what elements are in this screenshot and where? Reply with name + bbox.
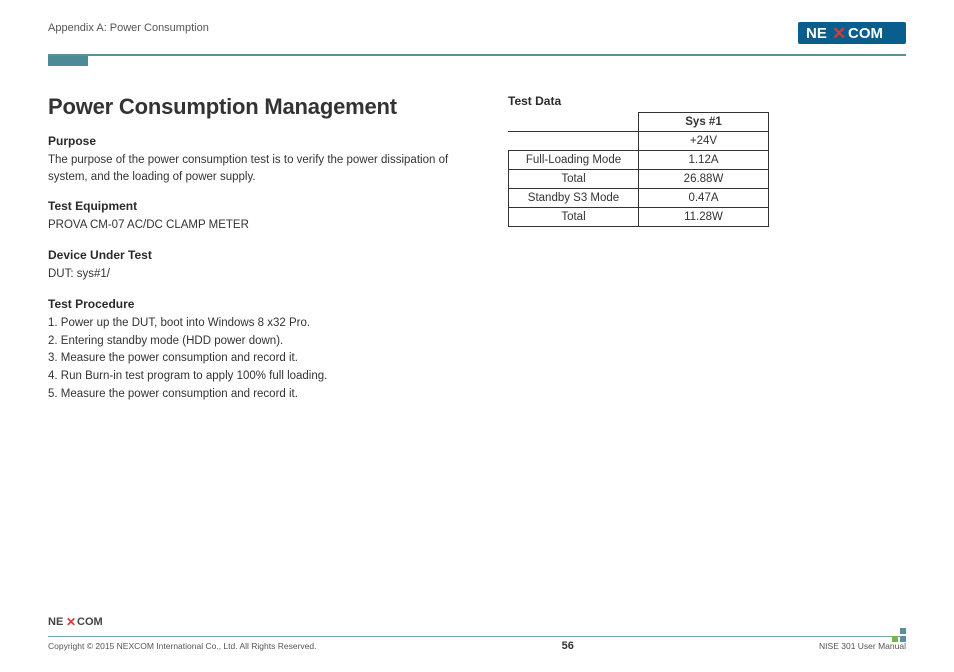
page-title: Power Consumption Management: [48, 94, 478, 120]
sys-header: Sys #1: [639, 113, 769, 132]
row-value: 26.88W: [639, 170, 769, 189]
section-tab: [48, 56, 88, 66]
table-row: Sys #1: [509, 113, 769, 132]
brand-logo-top: NE ✕ COM: [798, 22, 906, 49]
footer-decoration-icon: [888, 626, 908, 646]
equipment-heading: Test Equipment: [48, 199, 478, 213]
svg-text:NE: NE: [806, 25, 827, 42]
equipment-text: PROVA CM-07 AC/DC CLAMP METER: [48, 217, 478, 234]
purpose-heading: Purpose: [48, 134, 478, 148]
table-row: +24V: [509, 132, 769, 151]
procedure-step: 4. Run Burn-in test program to apply 100…: [48, 368, 478, 386]
procedure-step: 1. Power up the DUT, boot into Windows 8…: [48, 315, 478, 333]
testdata-table: Sys #1 +24V Full-Loading Mode 1.12A Tota…: [508, 112, 769, 227]
row-value: 1.12A: [639, 151, 769, 170]
svg-text:✕: ✕: [832, 24, 846, 43]
procedure-heading: Test Procedure: [48, 297, 478, 311]
svg-text:COM: COM: [77, 616, 103, 628]
voltage-cell: +24V: [639, 132, 769, 151]
row-label: Standby S3 Mode: [509, 189, 639, 208]
testdata-heading: Test Data: [508, 94, 906, 108]
svg-text:✕: ✕: [66, 615, 76, 628]
procedure-step: 2. Entering standby mode (HDD power down…: [48, 333, 478, 351]
procedure-step: 3. Measure the power consumption and rec…: [48, 350, 478, 368]
header-rule: [48, 54, 906, 56]
table-row: Total 26.88W: [509, 170, 769, 189]
table-row: Full-Loading Mode 1.12A: [509, 151, 769, 170]
appendix-header: Appendix A: Power Consumption: [48, 22, 209, 34]
brand-logo-footer: NE ✕ COM: [48, 614, 906, 636]
dut-heading: Device Under Test: [48, 248, 478, 262]
procedure-steps: 1. Power up the DUT, boot into Windows 8…: [48, 315, 478, 404]
row-value: 0.47A: [639, 189, 769, 208]
table-row: Total 11.28W: [509, 208, 769, 227]
copyright-text: Copyright © 2015 NEXCOM International Co…: [48, 641, 316, 651]
procedure-step: 5. Measure the power consumption and rec…: [48, 386, 478, 404]
row-label: Total: [509, 208, 639, 227]
purpose-text: The purpose of the power consumption tes…: [48, 152, 478, 185]
dut-text: DUT: sys#1/: [48, 266, 478, 283]
footer-rule: [48, 636, 906, 637]
row-value: 11.28W: [639, 208, 769, 227]
row-label: Full-Loading Mode: [509, 151, 639, 170]
page-number: 56: [562, 640, 574, 652]
svg-text:NE: NE: [48, 616, 63, 628]
row-label: Total: [509, 170, 639, 189]
svg-text:COM: COM: [848, 25, 883, 42]
table-row: Standby S3 Mode 0.47A: [509, 189, 769, 208]
